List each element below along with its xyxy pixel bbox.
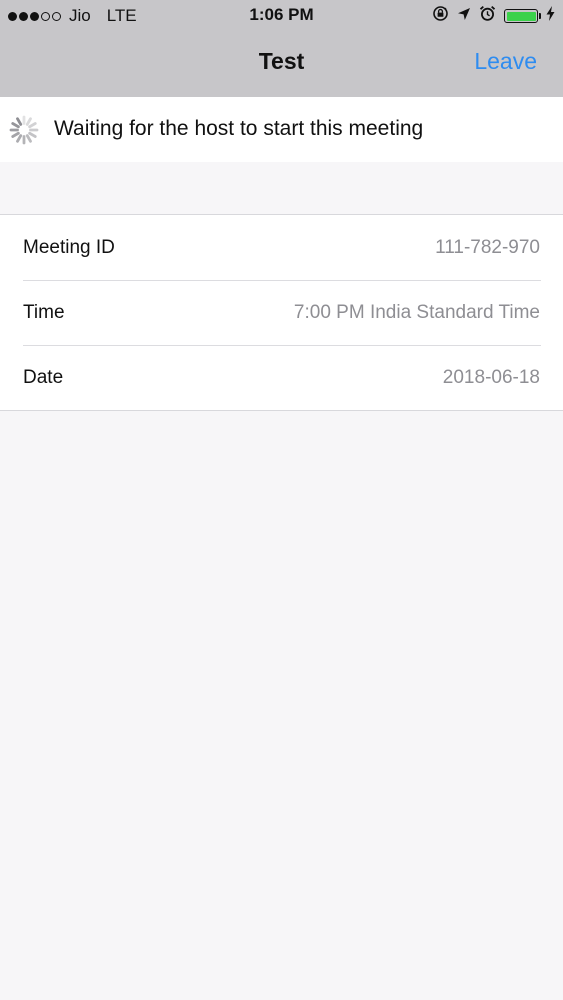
- time-row: Time 7:00 PM India Standard Time: [0, 280, 563, 345]
- spinner-spoke: [11, 131, 20, 138]
- spinner-spoke: [16, 117, 23, 126]
- orientation-lock-icon: [432, 5, 449, 27]
- spinner-spoke: [25, 117, 32, 126]
- location-arrow-icon: [457, 6, 471, 26]
- spinner-spoke: [25, 134, 32, 143]
- battery-level: [506, 11, 536, 21]
- waiting-message: Waiting for the host to start this meeti…: [54, 117, 424, 140]
- spinner-spoke: [28, 122, 37, 129]
- meeting-id-row: Meeting ID 111-782-970: [0, 215, 563, 280]
- charging-bolt-icon: [546, 6, 555, 26]
- battery-icon: [504, 9, 541, 23]
- time-value: 7:00 PM India Standard Time: [293, 302, 540, 323]
- status-bar: Jio LTE 1:06 PM: [0, 0, 563, 32]
- meeting-id-label: Meeting ID: [23, 237, 115, 258]
- alarm-icon: [479, 5, 496, 27]
- time-label: Time: [23, 302, 65, 323]
- loading-spinner-icon: [8, 114, 40, 146]
- date-label: Date: [23, 367, 64, 388]
- status-right: [432, 5, 555, 27]
- waiting-banner: Waiting for the host to start this meeti…: [0, 97, 563, 162]
- meeting-id-value: 111-782-970: [435, 237, 540, 258]
- meeting-details-list: Meeting ID 111-782-970 Time 7:00 PM Indi…: [0, 214, 563, 411]
- header: Jio LTE 1:06 PM Test Leave: [0, 0, 563, 97]
- spinner-spoke: [16, 134, 23, 143]
- leave-button[interactable]: Leave: [474, 48, 537, 75]
- date-row: Date 2018-06-18: [0, 345, 563, 410]
- navigation-bar: Test Leave: [0, 32, 563, 97]
- spinner-spoke: [28, 131, 37, 138]
- date-value: 2018-06-18: [442, 367, 540, 388]
- spinner-spoke: [11, 122, 20, 129]
